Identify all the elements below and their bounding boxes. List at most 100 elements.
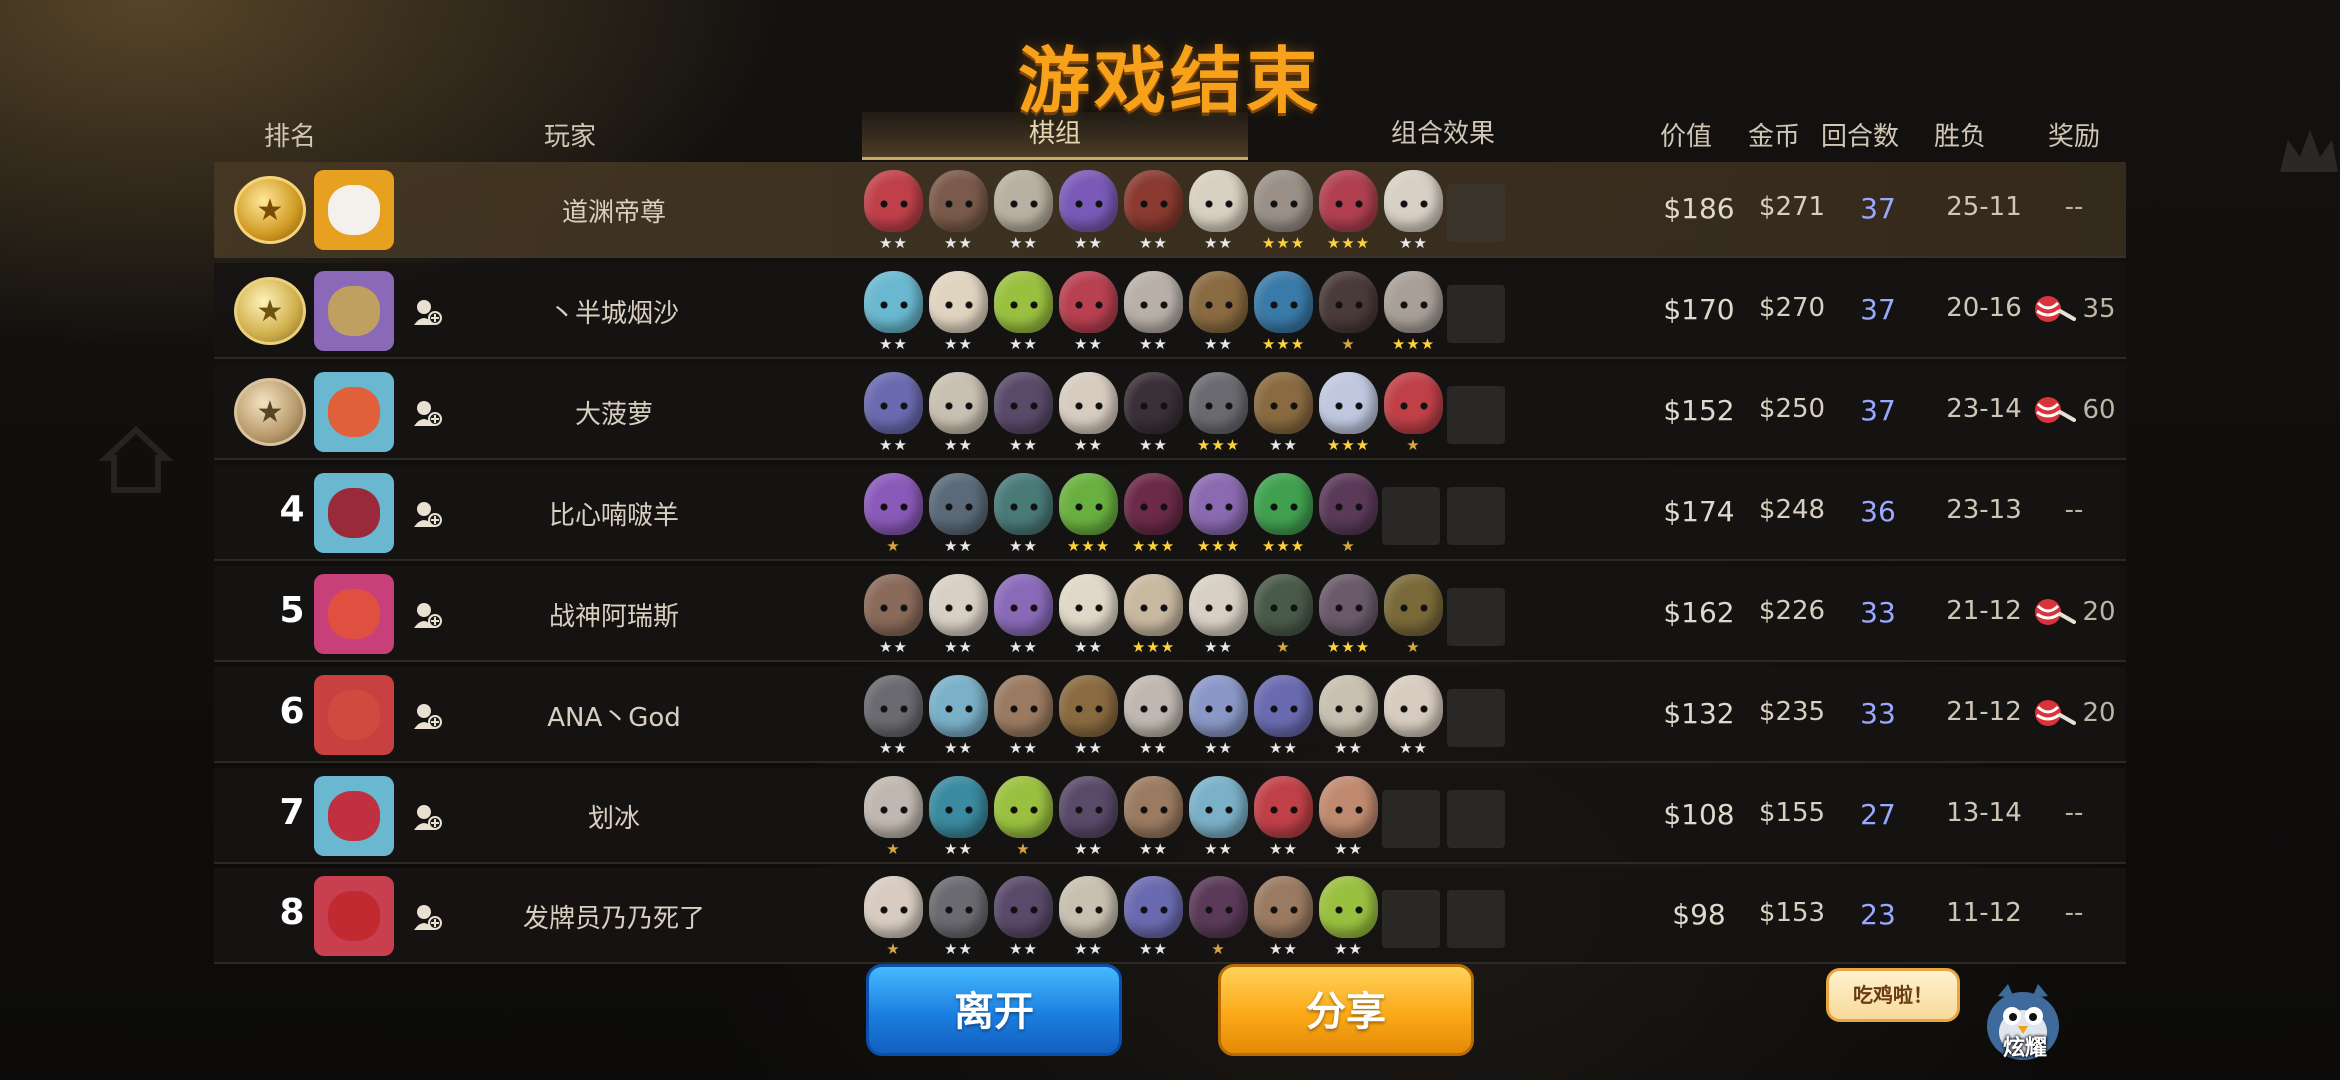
chess-piece[interactable]: ★★★	[1187, 368, 1250, 458]
chess-piece[interactable]: ★★★	[1252, 469, 1315, 559]
chess-piece[interactable]: ★★	[1122, 267, 1185, 357]
player-avatar[interactable]	[314, 776, 394, 856]
chess-piece[interactable]: ★★	[1122, 772, 1185, 862]
chess-piece[interactable]: ★	[1187, 872, 1250, 962]
chess-piece[interactable]: ★★★	[1187, 469, 1250, 559]
chess-piece[interactable]: ★★	[1187, 772, 1250, 862]
chess-piece[interactable]: ★★	[927, 368, 990, 458]
player-name[interactable]: 丶半城烟沙	[444, 293, 784, 330]
player-name[interactable]: 大菠萝	[444, 394, 784, 431]
player-name[interactable]: 战神阿瑞斯	[444, 596, 784, 633]
chess-piece[interactable]: ★★	[1317, 772, 1380, 862]
chess-piece[interactable]: ★★★	[1317, 166, 1380, 256]
chess-piece[interactable]: ★★	[992, 469, 1055, 559]
chess-piece[interactable]: ★★	[1122, 671, 1185, 761]
chess-piece[interactable]: ★★	[927, 267, 990, 357]
chess-piece[interactable]: ★★	[992, 872, 1055, 962]
chess-piece[interactable]: ★★	[1187, 166, 1250, 256]
chess-piece[interactable]: ★	[1382, 570, 1445, 660]
player-name[interactable]: 道渊帝尊	[444, 192, 784, 229]
add-friend-icon[interactable]	[412, 297, 442, 327]
star-level: ★★	[1139, 739, 1168, 757]
player-avatar[interactable]	[314, 170, 394, 250]
chess-piece[interactable]: ★★	[1057, 872, 1120, 962]
chess-piece[interactable]: ★★	[862, 671, 925, 761]
chess-piece[interactable]: ★★	[992, 570, 1055, 660]
empty-slot	[1447, 469, 1510, 559]
chess-piece[interactable]: ★★	[1317, 671, 1380, 761]
chess-piece[interactable]: ★★★	[1252, 267, 1315, 357]
chess-piece[interactable]: ★★	[1057, 772, 1120, 862]
chess-piece[interactable]: ★★	[862, 267, 925, 357]
chess-piece[interactable]: ★★	[1057, 570, 1120, 660]
chess-piece[interactable]: ★★	[1057, 166, 1120, 256]
chess-piece[interactable]: ★★	[992, 267, 1055, 357]
chess-piece[interactable]: ★	[862, 872, 925, 962]
chess-piece[interactable]: ★★	[1122, 872, 1185, 962]
chess-piece[interactable]: ★	[862, 772, 925, 862]
chess-piece[interactable]: ★★★	[1252, 166, 1315, 256]
chess-piece[interactable]: ★★	[927, 872, 990, 962]
chess-piece[interactable]: ★★	[927, 469, 990, 559]
chess-piece[interactable]: ★	[862, 469, 925, 559]
chess-piece[interactable]: ★★	[1122, 166, 1185, 256]
chess-piece[interactable]: ★★	[862, 166, 925, 256]
player-name[interactable]: ANA丶God	[444, 697, 784, 734]
chicken-dinner-bubble[interactable]: 吃鸡啦！	[1826, 968, 1960, 1022]
chess-piece[interactable]: ★★	[1252, 772, 1315, 862]
chess-piece[interactable]: ★★	[927, 671, 990, 761]
tab-lineup[interactable]: 棋组	[862, 112, 1248, 160]
player-name[interactable]: 比心喃啵羊	[444, 495, 784, 532]
chess-piece[interactable]: ★★	[1382, 166, 1445, 256]
chess-piece[interactable]: ★★	[862, 570, 925, 660]
chess-piece[interactable]: ★★	[927, 772, 990, 862]
chess-piece[interactable]: ★★★	[1317, 570, 1380, 660]
chess-piece[interactable]: ★★	[1187, 267, 1250, 357]
chess-piece[interactable]: ★★	[1252, 671, 1315, 761]
chess-piece[interactable]: ★	[1252, 570, 1315, 660]
chess-piece[interactable]: ★★	[1252, 368, 1315, 458]
chess-piece[interactable]: ★★	[1057, 368, 1120, 458]
tab-synergy[interactable]: 组合效果	[1250, 112, 1636, 160]
chess-piece[interactable]: ★★	[992, 671, 1055, 761]
player-avatar[interactable]	[314, 876, 394, 956]
add-friend-icon[interactable]	[412, 398, 442, 428]
add-friend-icon[interactable]	[412, 499, 442, 529]
chess-piece[interactable]: ★	[1382, 368, 1445, 458]
chess-piece[interactable]: ★★	[862, 368, 925, 458]
add-friend-icon[interactable]	[412, 701, 442, 731]
leave-button[interactable]: 离开	[866, 964, 1122, 1056]
chess-piece[interactable]: ★★★	[1382, 267, 1445, 357]
player-avatar[interactable]	[314, 372, 394, 452]
chess-piece[interactable]: ★★	[927, 166, 990, 256]
chess-piece[interactable]: ★★	[1057, 267, 1120, 357]
chess-piece[interactable]: ★★	[927, 570, 990, 660]
chess-piece[interactable]: ★	[992, 772, 1055, 862]
player-avatar[interactable]	[314, 473, 394, 553]
chess-piece[interactable]: ★★	[1187, 570, 1250, 660]
chess-piece[interactable]: ★	[1317, 267, 1380, 357]
chess-piece[interactable]: ★★★	[1317, 368, 1380, 458]
star-level: ★★★	[1261, 537, 1306, 555]
add-friend-icon[interactable]	[412, 902, 442, 932]
chess-piece[interactable]: ★★	[1057, 671, 1120, 761]
player-avatar[interactable]	[314, 271, 394, 351]
player-avatar[interactable]	[314, 675, 394, 755]
add-friend-icon[interactable]	[412, 600, 442, 630]
chess-piece[interactable]: ★★★	[1057, 469, 1120, 559]
share-button[interactable]: 分享	[1218, 964, 1474, 1056]
chess-piece[interactable]: ★★★	[1122, 469, 1185, 559]
chess-piece[interactable]: ★★	[1252, 872, 1315, 962]
player-name[interactable]: 划冰	[444, 798, 784, 835]
chess-piece[interactable]: ★★	[992, 166, 1055, 256]
chess-piece[interactable]: ★★	[1317, 872, 1380, 962]
chess-piece[interactable]: ★★★	[1122, 570, 1185, 660]
chess-piece[interactable]: ★★	[1187, 671, 1250, 761]
chess-piece[interactable]: ★	[1317, 469, 1380, 559]
player-avatar[interactable]	[314, 574, 394, 654]
add-friend-icon[interactable]	[412, 802, 442, 832]
chess-piece[interactable]: ★★	[1382, 671, 1445, 761]
chess-piece[interactable]: ★★	[992, 368, 1055, 458]
player-name[interactable]: 发牌员乃乃死了	[444, 898, 784, 935]
chess-piece[interactable]: ★★	[1122, 368, 1185, 458]
